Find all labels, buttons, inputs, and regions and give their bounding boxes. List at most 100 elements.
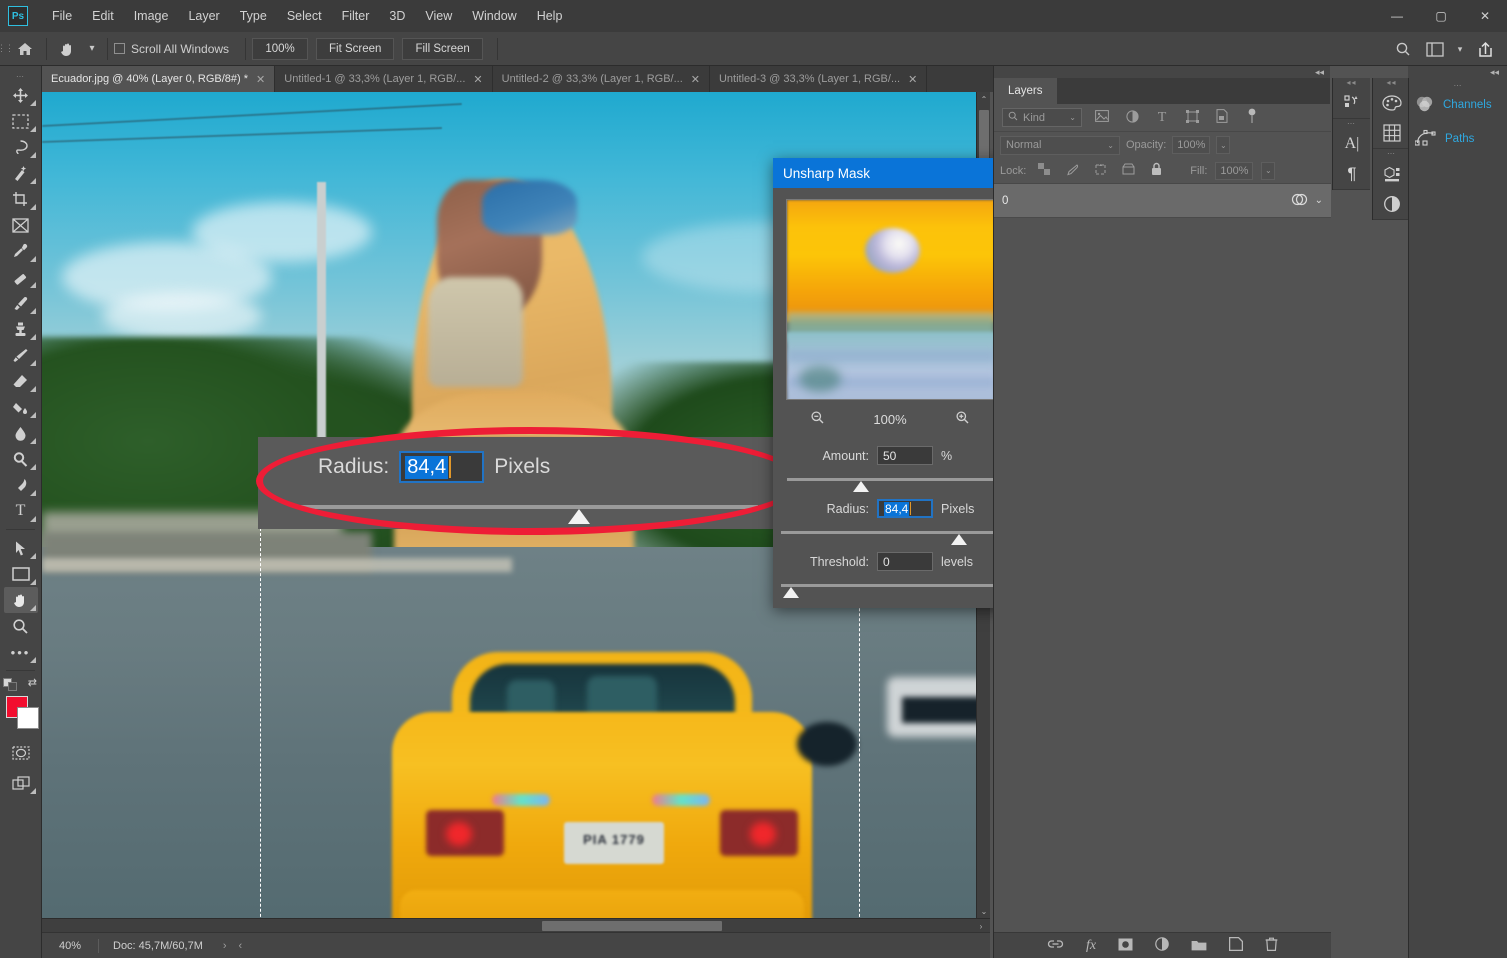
- edit-toolbar-tool[interactable]: •••: [4, 639, 38, 665]
- menu-image[interactable]: Image: [124, 5, 179, 27]
- toolbar-grip[interactable]: ⋯: [0, 72, 41, 82]
- layer-effects-icon[interactable]: [1291, 192, 1308, 210]
- color-icon[interactable]: [1373, 88, 1411, 118]
- status-prev-arrow[interactable]: ‹: [233, 940, 249, 952]
- document-tab-untitled-1[interactable]: Untitled-1 @ 33,3% (Layer 1, RGB/... ✕: [275, 66, 492, 92]
- rail-collapse-icon[interactable]: ◂◂: [1373, 78, 1410, 88]
- document-tab-untitled-2[interactable]: Untitled-2 @ 33,3% (Layer 1, RGB/... ✕: [493, 66, 710, 92]
- zoom-tool[interactable]: [4, 613, 38, 639]
- hand-tool[interactable]: [4, 587, 38, 613]
- rail-grip[interactable]: ⋯: [1333, 119, 1370, 129]
- shape-filter-icon[interactable]: [1182, 110, 1202, 126]
- panel-tab-layers[interactable]: Layers: [994, 78, 1057, 104]
- paragraph-icon[interactable]: ¶: [1333, 159, 1371, 189]
- rectangle-tool[interactable]: [4, 561, 38, 587]
- tool-preset-chevron-down-icon[interactable]: ▾: [83, 36, 101, 62]
- history-brush-tool[interactable]: [4, 342, 38, 368]
- pen-tool[interactable]: [4, 472, 38, 498]
- new-adjustment-layer-icon[interactable]: [1155, 937, 1169, 954]
- close-icon[interactable]: ✕: [256, 73, 265, 86]
- menu-help[interactable]: Help: [527, 5, 573, 27]
- menu-file[interactable]: File: [42, 5, 82, 27]
- lock-all-icon[interactable]: [1146, 162, 1166, 179]
- panel-tab-paths[interactable]: Paths: [1409, 122, 1507, 156]
- checkbox-box[interactable]: [114, 43, 125, 54]
- path-selection-tool[interactable]: [4, 535, 38, 561]
- lock-position-icon[interactable]: [1090, 163, 1110, 179]
- maximize-button[interactable]: ▢: [1419, 0, 1463, 32]
- link-layers-icon[interactable]: [1047, 938, 1064, 953]
- menu-select[interactable]: Select: [277, 5, 332, 27]
- menu-type[interactable]: Type: [230, 5, 277, 27]
- adjustments-icon[interactable]: [1373, 189, 1411, 219]
- document-tab-untitled-3[interactable]: Untitled-3 @ 33,3% (Layer 1, RGB/... ✕: [710, 66, 927, 92]
- threshold-input[interactable]: 0: [877, 552, 933, 571]
- blur-tool[interactable]: [4, 420, 38, 446]
- menu-edit[interactable]: Edit: [82, 5, 124, 27]
- opacity-chevron-down-icon[interactable]: ⌄: [1216, 136, 1230, 154]
- type-filter-icon[interactable]: T: [1152, 110, 1172, 126]
- scroll-down-arrow[interactable]: ⌄: [977, 904, 990, 918]
- close-icon[interactable]: ✕: [908, 73, 917, 86]
- scroll-all-windows-checkbox[interactable]: Scroll All Windows: [114, 42, 229, 56]
- fit-screen-button[interactable]: Fit Screen: [316, 38, 394, 60]
- scroll-right-arrow[interactable]: ›: [974, 919, 988, 932]
- zoom-100-button[interactable]: 100%: [252, 38, 308, 60]
- add-layer-mask-icon[interactable]: [1118, 938, 1133, 954]
- workspace-icon[interactable]: [1421, 36, 1449, 62]
- scroll-thumb[interactable]: [542, 921, 722, 931]
- move-tool[interactable]: [4, 82, 38, 108]
- lock-artboard-icon[interactable]: [1118, 163, 1138, 178]
- default-colors-icon-back[interactable]: [8, 682, 17, 691]
- quick-selection-tool[interactable]: [4, 160, 38, 186]
- canvas-horizontal-scrollbar[interactable]: ›: [42, 918, 990, 932]
- search-icon[interactable]: [1389, 36, 1417, 62]
- dodge-tool[interactable]: [4, 446, 38, 472]
- lasso-tool[interactable]: [4, 134, 38, 160]
- frame-tool[interactable]: [4, 212, 38, 238]
- menu-filter[interactable]: Filter: [332, 5, 380, 27]
- fill-screen-button[interactable]: Fill Screen: [402, 38, 482, 60]
- close-icon[interactable]: ✕: [691, 73, 700, 86]
- amount-slider-knob[interactable]: [853, 481, 869, 492]
- new-layer-icon[interactable]: [1229, 937, 1243, 954]
- layer-row-0[interactable]: 0 ⌄: [994, 184, 1331, 218]
- far-panel-grip[interactable]: ⋯: [1409, 78, 1507, 88]
- threshold-slider-knob[interactable]: [783, 587, 799, 598]
- clone-stamp-tool[interactable]: [4, 316, 38, 342]
- background-color-swatch[interactable]: [17, 707, 39, 729]
- eyedropper-tool[interactable]: [4, 238, 38, 264]
- swap-colors-icon[interactable]: ⇄: [28, 676, 37, 689]
- scroll-up-arrow[interactable]: ⌃: [977, 92, 990, 106]
- lock-image-icon[interactable]: [1062, 163, 1082, 179]
- chevron-down-icon[interactable]: ▾: [1453, 36, 1467, 62]
- character-icon[interactable]: A|: [1333, 129, 1371, 159]
- rectangular-marquee-tool[interactable]: [4, 108, 38, 134]
- dock-collapse-icon[interactable]: ◂◂: [994, 66, 1330, 78]
- quick-mask-icon[interactable]: [4, 740, 38, 766]
- minimize-button[interactable]: —: [1375, 0, 1419, 32]
- dialog-preview-thumbnail[interactable]: [786, 199, 994, 400]
- hand-tool-icon[interactable]: [53, 36, 83, 62]
- menu-view[interactable]: View: [415, 5, 462, 27]
- swatches-icon[interactable]: [1373, 118, 1411, 148]
- close-button[interactable]: ✕: [1463, 0, 1507, 32]
- zoom-in-icon[interactable]: [955, 410, 970, 429]
- paint-bucket-tool[interactable]: [4, 394, 38, 420]
- document-tab-ecuador[interactable]: Ecuador.jpg @ 40% (Layer 0, RGB/8#) * ✕: [42, 66, 275, 92]
- blend-mode-select[interactable]: Normal ⌄: [1000, 136, 1120, 155]
- lock-transparent-icon[interactable]: [1034, 163, 1054, 178]
- layer-expand-chevron-down-icon[interactable]: ⌄: [1315, 195, 1323, 206]
- share-icon[interactable]: [1471, 36, 1499, 62]
- chevron-down-icon[interactable]: ⌄: [1107, 141, 1114, 150]
- zoom-out-icon[interactable]: [810, 410, 825, 429]
- eraser-tool[interactable]: [4, 368, 38, 394]
- amount-input[interactable]: 50: [877, 446, 933, 465]
- add-layer-style-icon[interactable]: fx: [1086, 938, 1096, 954]
- image-filter-icon[interactable]: [1092, 110, 1112, 125]
- menu-window[interactable]: Window: [462, 5, 526, 27]
- delete-layer-icon[interactable]: [1265, 937, 1278, 954]
- chevron-down-icon[interactable]: ⌄: [1069, 113, 1076, 122]
- zoom-level[interactable]: 40%: [42, 940, 98, 952]
- far-panel-collapse-icon[interactable]: ◂◂: [1408, 66, 1507, 78]
